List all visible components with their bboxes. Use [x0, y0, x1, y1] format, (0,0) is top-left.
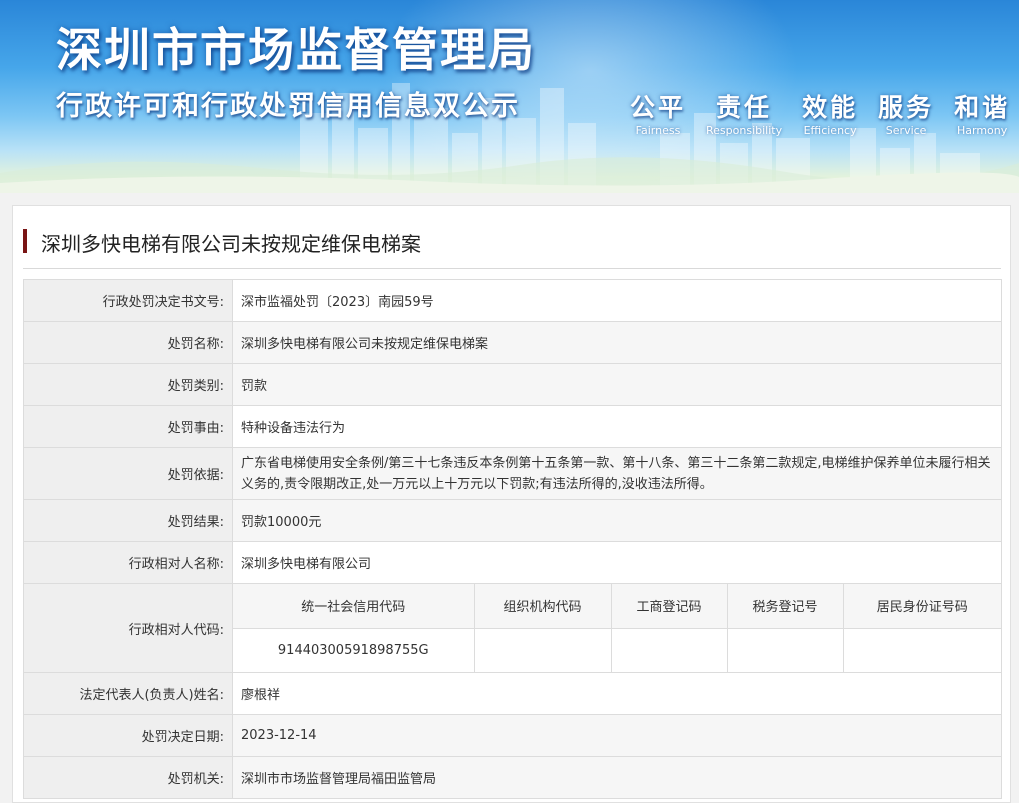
row-value: 深市监福处罚〔2023〕南园59号 [232, 279, 1002, 322]
row-label: 行政相对人代码: [23, 583, 233, 673]
title-accent-bar [23, 229, 27, 253]
value-id-number [842, 628, 1001, 672]
row-value: 廖根祥 [232, 672, 1002, 715]
value-fairness: 公平 Fairness [630, 88, 686, 137]
value-business-reg [610, 628, 727, 672]
row-cause: 处罚事由: 特种设备违法行为 [23, 405, 1002, 448]
header-business-reg: 工商登记码 [610, 584, 727, 629]
value-zh: 责任 [716, 93, 773, 122]
row-legal-rep: 法定代表人(负责人)姓名: 廖根祥 [23, 672, 1002, 715]
banner-subtitle: 行政许可和行政处罚信用信息双公示 [56, 91, 520, 122]
row-label: 法定代表人(负责人)姓名: [23, 672, 233, 715]
header-tax-reg: 税务登记号 [726, 584, 843, 629]
banner-title: 深圳市市场监督管理局 [56, 23, 536, 77]
value-responsibility: 责任 Responsibility [706, 88, 782, 137]
header-banner: 深圳市市场监督管理局 行政许可和行政处罚信用信息双公示 公平 Fairness … [0, 0, 1019, 193]
value-harmony: 和谐 Harmony [954, 88, 1010, 137]
row-label: 处罚决定日期: [23, 714, 233, 757]
row-label: 处罚类别: [23, 363, 233, 406]
row-label: 处罚名称: [23, 321, 233, 364]
row-name: 处罚名称: 深圳多快电梯有限公司未按规定维保电梯案 [23, 321, 1002, 364]
row-basis: 处罚依据: 广东省电梯使用安全条例/第三十七条违反本条例第十五条第一款、第十八条… [23, 447, 1002, 500]
row-label: 处罚结果: [23, 499, 233, 542]
row-doc-no: 行政处罚决定书文号: 深市监福处罚〔2023〕南园59号 [23, 279, 1002, 322]
row-value: 广东省电梯使用安全条例/第三十七条违反本条例第十五条第一款、第十八条、第三十二条… [232, 447, 1002, 500]
banner-values: 公平 Fairness 责任 Responsibility 效能 Efficie… [630, 88, 1010, 137]
header-id-number: 居民身份证号码 [842, 584, 1001, 629]
value-en: Service [885, 124, 927, 137]
value-en: Harmony [957, 124, 1008, 137]
case-title-header: 深圳多快电梯有限公司未按规定维保电梯案 [23, 226, 1001, 269]
value-zh: 和谐 [954, 93, 1011, 122]
row-decision-date: 处罚决定日期: 2023-12-14 [23, 714, 1002, 757]
row-result: 处罚结果: 罚款10000元 [23, 499, 1002, 542]
value-tax-reg [726, 628, 843, 672]
value-zh: 服务 [878, 93, 935, 122]
row-value: 深圳多快电梯有限公司 [232, 541, 1002, 584]
value-service: 服务 Service [878, 88, 934, 137]
value-en: Fairness [635, 124, 681, 137]
row-category: 处罚类别: 罚款 [23, 363, 1002, 406]
party-code-table: 统一社会信用代码 组织机构代码 工商登记码 税务登记号 居民身份证号码 9144… [233, 584, 1001, 672]
row-authority: 处罚机关: 深圳市市场监督管理局福田监管局 [23, 756, 1002, 799]
row-value: 罚款 [232, 363, 1002, 406]
row-label: 处罚机关: [23, 756, 233, 799]
row-party-code: 行政相对人代码: 统一社会信用代码 组织机构代码 工商登记码 税务登记号 居民身… [23, 583, 1002, 673]
value-en: Efficiency [803, 124, 857, 137]
row-label: 处罚事由: [23, 405, 233, 448]
value-zh: 效能 [802, 93, 859, 122]
row-value: 特种设备违法行为 [232, 405, 1002, 448]
row-party-name: 行政相对人名称: 深圳多快电梯有限公司 [23, 541, 1002, 584]
case-info-table: 行政处罚决定书文号: 深市监福处罚〔2023〕南园59号 处罚名称: 深圳多快电… [23, 279, 1002, 799]
value-zh: 公平 [630, 93, 687, 122]
value-efficiency: 效能 Efficiency [802, 88, 858, 137]
row-value: 深圳市市场监督管理局福田监管局 [232, 756, 1002, 799]
header-credit-code: 统一社会信用代码 [233, 584, 474, 629]
code-header-row: 统一社会信用代码 组织机构代码 工商登记码 税务登记号 居民身份证号码 [233, 584, 1001, 629]
header-org-code: 组织机构代码 [473, 584, 611, 629]
row-label: 处罚依据: [23, 447, 233, 500]
party-code-cell: 统一社会信用代码 组织机构代码 工商登记码 税务登记号 居民身份证号码 9144… [232, 583, 1002, 673]
case-title: 深圳多快电梯有限公司未按规定维保电梯案 [41, 232, 421, 256]
row-value: 罚款10000元 [232, 499, 1002, 542]
code-value-row: 91440300591898755G [233, 628, 1001, 672]
row-label: 行政相对人名称: [23, 541, 233, 584]
value-credit-code: 91440300591898755G [233, 628, 474, 672]
row-value: 2023-12-14 [232, 714, 1002, 757]
case-detail-card: 深圳多快电梯有限公司未按规定维保电梯案 行政处罚决定书文号: 深市监福处罚〔20… [12, 205, 1011, 803]
value-en: Responsibility [706, 124, 783, 137]
value-org-code [473, 628, 611, 672]
row-value: 深圳多快电梯有限公司未按规定维保电梯案 [232, 321, 1002, 364]
row-label: 行政处罚决定书文号: [23, 279, 233, 322]
